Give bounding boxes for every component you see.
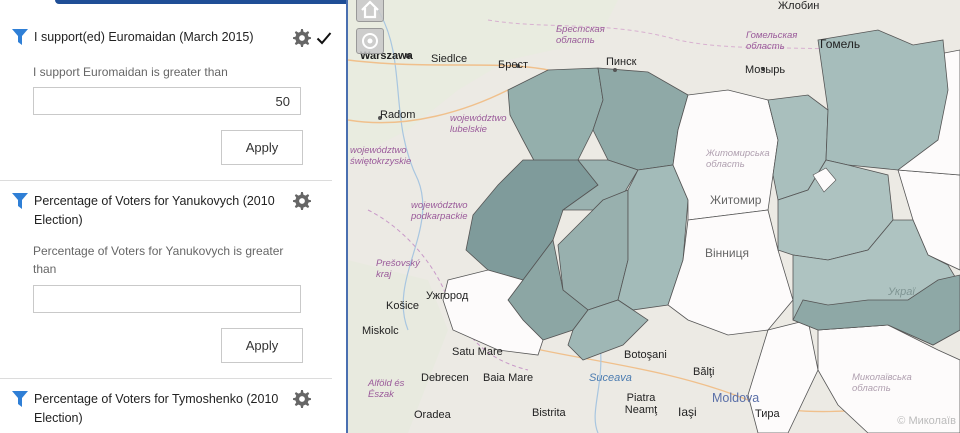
map-label-city: Пинск [606,56,637,68]
filter-item: I support(ed) Euromaidan (March 2015) I … [0,28,332,178]
map-label-region: województwo lubelskie [450,113,507,135]
map-label-city: Bistrita [532,407,566,419]
map-label-city: Iaşi [678,405,697,419]
map-label-city: Botoşani [624,349,667,361]
map-label-region: Prešovský kraj [376,258,420,280]
map-attribution: © Миколаїв [897,415,956,427]
gear-icon[interactable] [293,29,311,47]
map-label-region: województwo podkarpackie [411,200,468,222]
map-view[interactable]: Warszawa Siedlce Брест Пинск Мозырь Гоме… [348,0,960,433]
map-label-city: Вінниця [705,246,749,260]
filter-funnel-icon [12,193,28,209]
panel-header-bar [55,0,347,4]
filter-panel: I support(ed) Euromaidan (March 2015) I … [0,0,347,433]
apply-button[interactable]: Apply [221,130,303,165]
map-label-region: województwo świętokrzyskie [350,145,412,167]
map-label-city: Košice [386,300,420,312]
filter-title: Percentage of Voters for Yanukovych (201… [34,194,275,227]
filter-value-input[interactable] [33,285,301,313]
map-label-region: Alföld és Észak [368,378,405,400]
map-label-region: Suceava [589,372,632,384]
map-label-region: Миколаївська область [852,372,912,394]
map-label-city: Bălţi [693,366,715,378]
map-label-city: Тира [755,408,780,420]
map-label-city: Житомир [710,193,762,207]
map-label-city: Ужгород [426,290,469,302]
map-label-city: Debrecen [421,372,469,384]
map-label-region: Гомельская область [746,30,798,52]
filter-condition-label: I support Euromaidan is greater than [33,65,228,79]
filter-item: Percentage of Voters for Yanukovych (201… [0,192,332,368]
map-label-city: Гомель [820,37,861,51]
filter-funnel-icon [12,29,28,45]
filter-funnel-icon [12,391,28,407]
filter-item: Percentage of Voters for Tymoshenko (201… [0,390,332,433]
map-label-city: Miskolc [362,325,399,337]
map-label-region: Брестская область [556,24,605,46]
map-label-region: Украї [888,286,915,298]
map-label-city: Мозырь [745,64,786,76]
divider [0,378,332,379]
locate-icon [362,33,378,49]
filter-title: Percentage of Voters for Tymoshenko (201… [34,392,279,425]
map-label-city: Oradea [414,409,451,421]
gear-icon[interactable] [293,390,311,408]
locate-button[interactable] [356,28,384,54]
filter-value-input[interactable] [33,87,301,115]
apply-button[interactable]: Apply [221,328,303,363]
map-label-city: Piatra Neamţ [624,392,658,416]
map-label-city: Жлобин [778,0,820,12]
filter-title: I support(ed) Euromaidan (March 2015) [34,30,254,44]
checkmark-icon [316,32,332,45]
map-label-city: Siedlce [431,53,468,65]
filter-condition-label: Percentage of Voters for Yanukovych is g… [33,244,284,276]
divider [0,180,332,181]
gear-icon[interactable] [293,192,311,210]
map-label-city: Baia Mare [483,372,534,384]
map-label-city: Radom [380,109,416,121]
map-label-city: Satu Mare [452,346,503,358]
home-icon [361,0,379,19]
home-button[interactable] [356,0,384,22]
map-label-region: Житомирська область [706,148,770,170]
map-label-city: Брест [498,59,528,71]
map-label-country: Moldova [712,391,760,405]
